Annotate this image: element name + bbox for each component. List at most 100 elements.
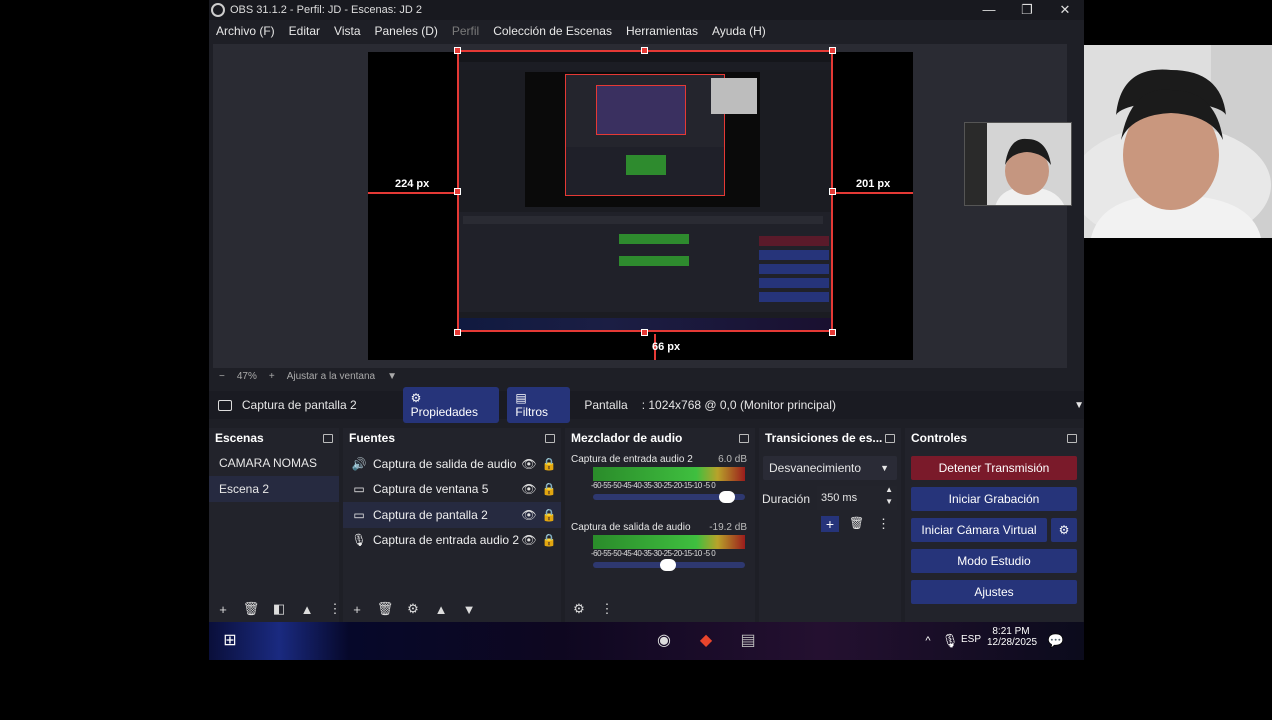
resize-handle-b[interactable] <box>641 329 648 336</box>
volume-knob[interactable] <box>659 559 676 571</box>
trash-icon[interactable]: 🗑 <box>849 516 864 530</box>
stop-stream-button[interactable]: Detener Transmisión <box>911 456 1077 480</box>
add-transition-button[interactable]: + <box>821 516 839 532</box>
filters-button[interactable]: ▤ Filtros <box>507 387 571 423</box>
settings-button[interactable]: Ajustes <box>911 580 1077 604</box>
virtual-camera-settings-button[interactable]: ⚙ <box>1051 518 1077 542</box>
advanced-audio-icon[interactable]: ⚙ <box>565 601 593 617</box>
source-properties-icon[interactable]: ⚙ <box>399 601 427 617</box>
left-distance-label: 224 px <box>395 178 430 190</box>
title-bar[interactable]: OBS 31.1.2 - Perfil: JD - Escenas: JD 2 … <box>209 0 1084 20</box>
webcam-source[interactable] <box>964 122 1072 206</box>
screen-capture-source[interactable] <box>457 50 833 332</box>
windows-start-icon[interactable]: ⊞ <box>219 630 241 652</box>
duration-input[interactable]: 350 ms ▲ ▼ <box>817 484 897 510</box>
menu-archivo[interactable]: Archivo (F) <box>209 24 282 38</box>
chevron-down-icon: ▼ <box>880 463 889 473</box>
visibility-eye-icon[interactable]: 👁 <box>519 508 539 522</box>
visibility-eye-icon[interactable]: 👁 <box>519 482 539 496</box>
volume-slider[interactable] <box>593 559 745 571</box>
lock-icon[interactable]: 🔒 <box>539 533 559 547</box>
brave-browser-icon[interactable]: ◆ <box>695 630 717 652</box>
source-item[interactable]: ▭ Captura de ventana 5 👁 🔒 <box>343 477 561 503</box>
transitions-dock: Transiciones de es... Desvanecimiento ▼ D… <box>759 428 901 623</box>
scene-item-selected[interactable]: Escena 2 <box>209 476 339 502</box>
volume-slider[interactable] <box>593 491 745 503</box>
remove-scene-icon[interactable]: 🗑 <box>237 601 265 617</box>
dock-undock-icon[interactable] <box>323 433 333 443</box>
source-item[interactable]: 🎙 Captura de entrada audio 2 👁 🔒 <box>343 528 561 554</box>
resize-handle-t[interactable] <box>641 47 648 54</box>
virtual-camera-button[interactable]: Iniciar Cámara Virtual <box>911 518 1047 542</box>
channel-name: Captura de salida de audio <box>571 522 691 533</box>
dock-undock-icon[interactable] <box>885 433 895 443</box>
menu-ayuda[interactable]: Ayuda (H) <box>705 24 773 38</box>
menu-perfil[interactable]: Perfil <box>445 24 486 38</box>
source-item[interactable]: 🔊 Captura de salida de audio 👁 🔒 <box>343 451 561 477</box>
clock[interactable]: 8:21 PM 12/28/2025 <box>987 626 1037 648</box>
more-options-icon[interactable]: ⋮ <box>877 516 890 532</box>
meter-ticks: -60-55-50-45-40-35-30-25-20-15-10 -5 0 <box>591 481 716 490</box>
display-select[interactable]: : 1024x768 @ 0,0 (Monitor principal) <box>642 398 1058 412</box>
right-distance-label: 201 px <box>856 178 891 190</box>
language-indicator[interactable]: ESP <box>961 634 981 645</box>
window-title: OBS 31.1.2 - Perfil: JD - Escenas: JD 2 <box>230 4 422 16</box>
minimize-button[interactable]: — <box>970 0 1008 20</box>
studio-mode-button[interactable]: Modo Estudio <box>911 549 1077 573</box>
dock-undock-icon[interactable] <box>1067 433 1077 443</box>
menu-paneles[interactable]: Paneles (D) <box>368 24 445 38</box>
move-down-icon[interactable]: ▼ <box>455 602 483 617</box>
remove-source-icon[interactable]: 🗑 <box>371 601 399 617</box>
dock-undock-icon[interactable] <box>739 433 749 443</box>
resize-handle-br[interactable] <box>829 329 836 336</box>
display-dropdown-icon[interactable]: ▼ <box>1074 400 1084 411</box>
add-source-button[interactable]: + <box>343 602 371 617</box>
zoom-out-button[interactable]: − <box>219 371 225 382</box>
nested-canvas <box>525 72 760 207</box>
transition-select[interactable]: Desvanecimiento ▼ <box>763 456 897 480</box>
zoom-in-button[interactable]: + <box>269 371 275 382</box>
visibility-eye-icon[interactable]: 👁 <box>519 457 539 471</box>
lock-icon[interactable]: 🔒 <box>539 482 559 496</box>
fit-window-button[interactable]: Ajustar a la ventana <box>287 371 375 382</box>
source-label: Captura de ventana 5 <box>373 482 489 497</box>
menu-coleccion[interactable]: Colección de Escenas <box>486 24 619 38</box>
more-options-icon[interactable]: ⋮ <box>593 601 621 617</box>
menu-vista[interactable]: Vista <box>327 24 367 38</box>
menu-herramientas[interactable]: Herramientas <box>619 24 705 38</box>
volume-knob[interactable] <box>719 491 736 503</box>
zoom-bar: − 47% + Ajustar a la ventana ▼ <box>209 368 1084 384</box>
visibility-eye-icon[interactable]: 👁 <box>519 533 539 547</box>
lock-icon[interactable]: 🔒 <box>539 457 559 471</box>
zoom-dropdown-icon[interactable]: ▼ <box>387 371 397 382</box>
app-taskbar-icon[interactable]: ▤ <box>737 630 759 652</box>
notification-icon[interactable]: 💬 <box>1045 630 1067 652</box>
resize-handle-l[interactable] <box>454 188 461 195</box>
lock-icon[interactable]: 🔒 <box>539 508 559 522</box>
resize-handle-r[interactable] <box>829 188 836 195</box>
resize-handle-bl[interactable] <box>454 329 461 336</box>
add-scene-button[interactable]: + <box>209 602 237 617</box>
level-meter <box>593 535 745 549</box>
stepper-icon[interactable]: ▲ ▼ <box>885 484 893 508</box>
properties-button[interactable]: ⚙ Propiedades <box>402 387 500 423</box>
start-recording-button[interactable]: Iniciar Grabación <box>911 487 1077 511</box>
source-item-selected[interactable]: ▭ Captura de pantalla 2 👁 🔒 <box>343 502 561 528</box>
close-button[interactable]: ✕ <box>1046 0 1084 20</box>
scene-item[interactable]: CAMARA NOMAS <box>209 450 339 476</box>
level-meter <box>593 467 745 481</box>
resize-handle-tl[interactable] <box>454 47 461 54</box>
microphone-icon[interactable]: 🎙 <box>939 630 961 652</box>
dock-undock-icon[interactable] <box>545 433 555 443</box>
audio-mixer-dock: Mezclador de audio Captura de entrada au… <box>565 428 755 623</box>
scene-filters-icon[interactable]: ◧ <box>265 601 293 617</box>
move-up-icon[interactable]: ▲ <box>293 602 321 617</box>
source-label: Captura de salida de audio <box>373 456 517 471</box>
move-up-icon[interactable]: ▲ <box>427 602 455 617</box>
menu-editar[interactable]: Editar <box>282 24 327 38</box>
obs-taskbar-icon[interactable]: ◉ <box>653 630 675 652</box>
maximize-button[interactable]: ❐ <box>1008 0 1046 20</box>
resize-handle-tr[interactable] <box>829 47 836 54</box>
mixer-toolbar: ⚙ ⋮ <box>565 601 621 617</box>
tray-expand-icon[interactable]: ^ <box>917 630 939 652</box>
